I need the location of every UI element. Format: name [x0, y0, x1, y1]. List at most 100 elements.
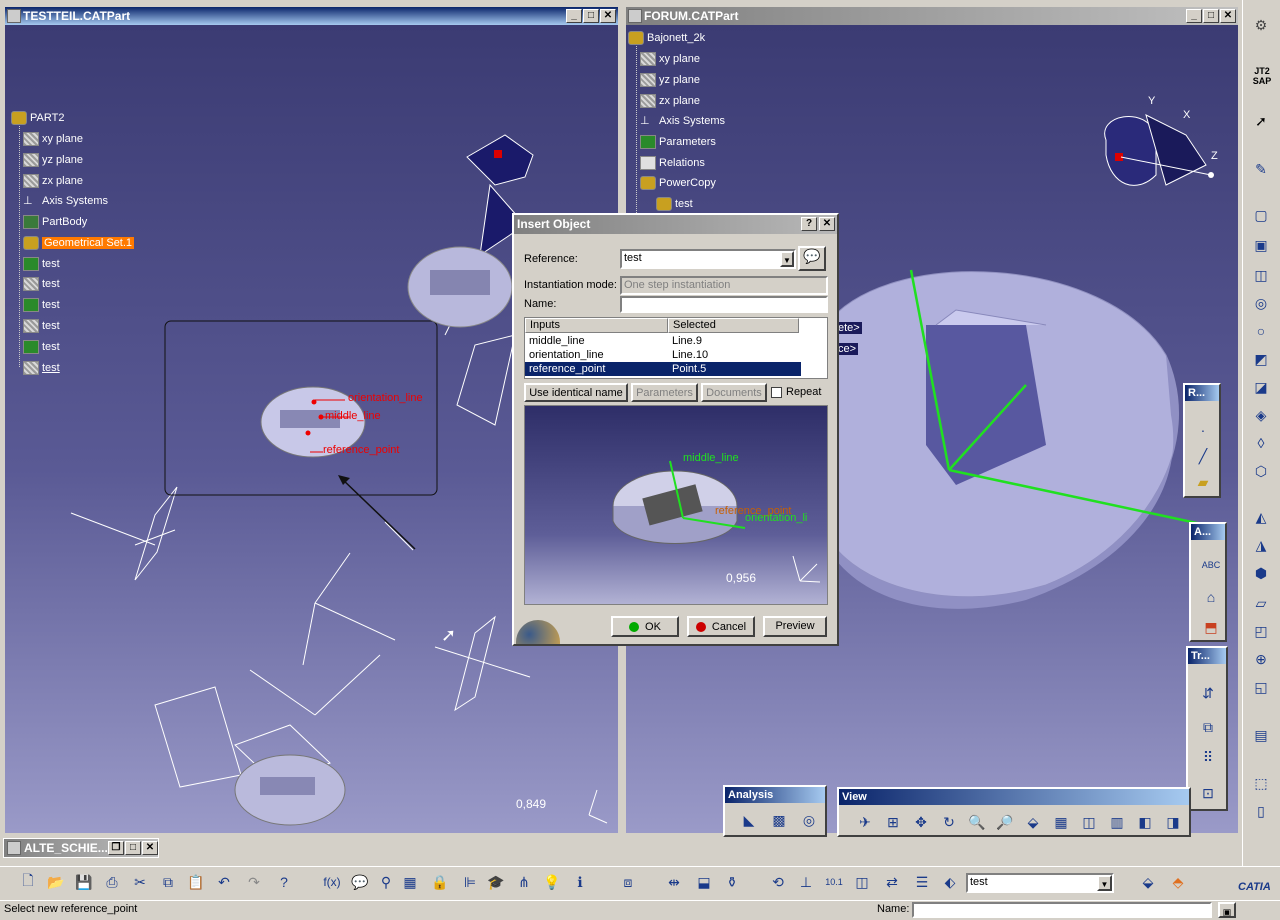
- zoom-out-icon[interactable]: 🔎: [993, 811, 1017, 833]
- tree-axis-systems[interactable]: ⊥ Axis Systems: [640, 113, 725, 129]
- copy-icon[interactable]: ⧉: [156, 871, 180, 893]
- view-toolbar-title[interactable]: View: [839, 789, 1189, 805]
- multi-view-icon[interactable]: ▦: [1049, 811, 1073, 833]
- info-icon[interactable]: ℹ: [568, 871, 592, 893]
- translate-tool-icon[interactable]: ⊕: [1249, 648, 1273, 670]
- whats-this-icon[interactable]: ?: [272, 871, 296, 893]
- layer-dropdown-button[interactable]: ▼: [1097, 875, 1112, 891]
- join-icon[interactable]: ⬡: [1249, 460, 1273, 482]
- text-annotation-icon[interactable]: ABC: [1199, 554, 1223, 576]
- frame-icon[interactable]: ▯: [1249, 800, 1273, 822]
- dialog-titlebar[interactable]: Insert Object ? ✕: [514, 215, 837, 234]
- maximize-button[interactable]: □: [125, 841, 141, 855]
- command-history-button[interactable]: ▣: [1218, 902, 1236, 918]
- dialog-close-button[interactable]: ✕: [819, 217, 835, 231]
- network-icon[interactable]: ⋔: [512, 871, 536, 893]
- use-identical-name-button[interactable]: Use identical name: [524, 383, 628, 402]
- hide-show-tool-icon[interactable]: ◫: [850, 871, 874, 893]
- render-style-icon[interactable]: ▥: [1105, 811, 1129, 833]
- split-icon[interactable]: ◭: [1249, 506, 1273, 528]
- view-toolbar[interactable]: View ✈ ⊞ ✥ ↻ 🔍 🔎 ⬙ ▦ ◫ ▥ ◧ ◨: [837, 787, 1191, 837]
- point-icon[interactable]: ·: [1191, 419, 1215, 441]
- catalog-icon[interactable]: ⧈: [616, 871, 640, 893]
- preview-button[interactable]: Preview: [763, 616, 827, 637]
- translate-icon[interactable]: ⇵: [1196, 682, 1220, 704]
- sweep-icon[interactable]: ◪: [1249, 376, 1273, 398]
- pan-icon[interactable]: ✥: [909, 811, 933, 833]
- r-toolbar-title[interactable]: R...: [1185, 385, 1219, 401]
- save-icon[interactable]: 💾: [72, 871, 96, 893]
- catia-workbench-icon[interactable]: ⬘: [1166, 871, 1190, 893]
- right-window-titlebar[interactable]: FORUM.CATPart _ □ ✕: [626, 7, 1238, 25]
- workbench-icon[interactable]: ⬙: [1136, 871, 1160, 893]
- cut-icon[interactable]: ✂: [128, 871, 152, 893]
- lightbulb-icon[interactable]: 💡: [540, 871, 564, 893]
- tree-geometrical-set[interactable]: Geometrical Set.1: [23, 235, 135, 251]
- a-toolbar-title[interactable]: A...: [1191, 524, 1225, 540]
- swap-space-icon[interactable]: ◨: [1161, 811, 1185, 833]
- cancel-button[interactable]: Cancel: [687, 616, 755, 637]
- command-input[interactable]: [912, 902, 1212, 918]
- tree-yz-plane[interactable]: yz plane: [23, 152, 83, 168]
- repeat-checkbox[interactable]: [771, 387, 782, 398]
- help-button[interactable]: ?: [801, 217, 817, 231]
- constraint-icon[interactable]: ⟲: [766, 871, 790, 893]
- ok-button[interactable]: OK: [611, 616, 679, 637]
- probe-icon[interactable]: ⚲: [374, 871, 398, 893]
- boundary-icon[interactable]: ⬢: [1249, 562, 1273, 584]
- axis-tool-icon[interactable]: ⊥: [794, 871, 818, 893]
- new-file-icon[interactable]: 🗋: [16, 871, 40, 893]
- tree-zx-plane[interactable]: zx plane: [640, 93, 700, 109]
- close-button[interactable]: ✕: [142, 841, 158, 855]
- tree-powercopy[interactable]: PowerCopy: [640, 175, 716, 191]
- tree-test-5[interactable]: test: [23, 339, 60, 355]
- tree-test-1[interactable]: test: [23, 256, 60, 272]
- analysis-toolbar-title[interactable]: Analysis: [725, 787, 825, 803]
- measure-analysis-icon[interactable]: ◎: [797, 809, 821, 831]
- iso-view-icon[interactable]: ◫: [1077, 811, 1101, 833]
- tree-powercopy-test[interactable]: test: [656, 196, 693, 212]
- table-row[interactable]: middle_line Line.9: [525, 334, 801, 348]
- a-toolbar[interactable]: A... ABC ⌂ ⬒: [1189, 522, 1227, 642]
- measure-item-icon[interactable]: ⬓: [692, 871, 716, 893]
- tree-yz-plane[interactable]: yz plane: [640, 72, 700, 88]
- paste-icon[interactable]: 📋: [184, 871, 208, 893]
- tree-test-2[interactable]: test: [23, 276, 60, 292]
- undo-icon[interactable]: ↶: [212, 871, 236, 893]
- column-selected[interactable]: Selected: [668, 318, 799, 333]
- minimized-window[interactable]: ALTE_SCHIE... ❐ □ ✕: [3, 838, 159, 858]
- offset-icon[interactable]: ◩: [1249, 348, 1273, 370]
- measure-between-icon[interactable]: ⇹: [662, 871, 686, 893]
- plane-tool-icon[interactable]: ▰: [1191, 471, 1215, 493]
- extrude-icon[interactable]: ◫: [1249, 264, 1273, 286]
- column-inputs[interactable]: Inputs: [525, 318, 668, 333]
- maximize-button[interactable]: □: [1203, 9, 1219, 23]
- print-icon[interactable]: ⎙: [100, 871, 124, 893]
- reference-combo[interactable]: test: [620, 249, 796, 269]
- tree-xy-plane[interactable]: xy plane: [640, 51, 700, 67]
- tree-test-6[interactable]: test: [23, 360, 60, 376]
- restore-button[interactable]: ❐: [108, 841, 124, 855]
- inputs-table[interactable]: Inputs Selected middle_line Line.9 orient…: [524, 317, 828, 379]
- line-icon[interactable]: ╱: [1191, 445, 1215, 467]
- symmetry-icon[interactable]: ⧉: [1196, 716, 1220, 738]
- revolve-icon[interactable]: ◎: [1249, 292, 1273, 314]
- flag-note-icon[interactable]: ⌂: [1199, 586, 1223, 608]
- analysis-toolbar[interactable]: Analysis ◣ ▩ ◎: [723, 785, 827, 837]
- sphere-icon[interactable]: ○: [1249, 320, 1273, 342]
- curvature-analysis-icon[interactable]: ▩: [767, 809, 791, 831]
- tree-partbody[interactable]: PartBody: [23, 214, 87, 230]
- name-input[interactable]: [620, 296, 828, 313]
- tree-root-part2[interactable]: PART2: [11, 110, 64, 126]
- table-row[interactable]: orientation_line Line.10: [525, 348, 801, 362]
- fillet-icon[interactable]: ◰: [1249, 620, 1273, 642]
- table-row-selected[interactable]: reference_point Point.5: [525, 362, 801, 376]
- fit-all-icon[interactable]: ⊞: [881, 811, 905, 833]
- tree-test-4[interactable]: test: [23, 318, 60, 334]
- lock-icon[interactable]: 🔒: [428, 871, 452, 893]
- comment-icon[interactable]: 💬: [348, 871, 372, 893]
- extract-icon[interactable]: ▱: [1249, 592, 1273, 614]
- maximize-button[interactable]: □: [583, 9, 599, 23]
- swap-tool-icon[interactable]: ⇄: [880, 871, 904, 893]
- minimize-button[interactable]: _: [566, 9, 582, 23]
